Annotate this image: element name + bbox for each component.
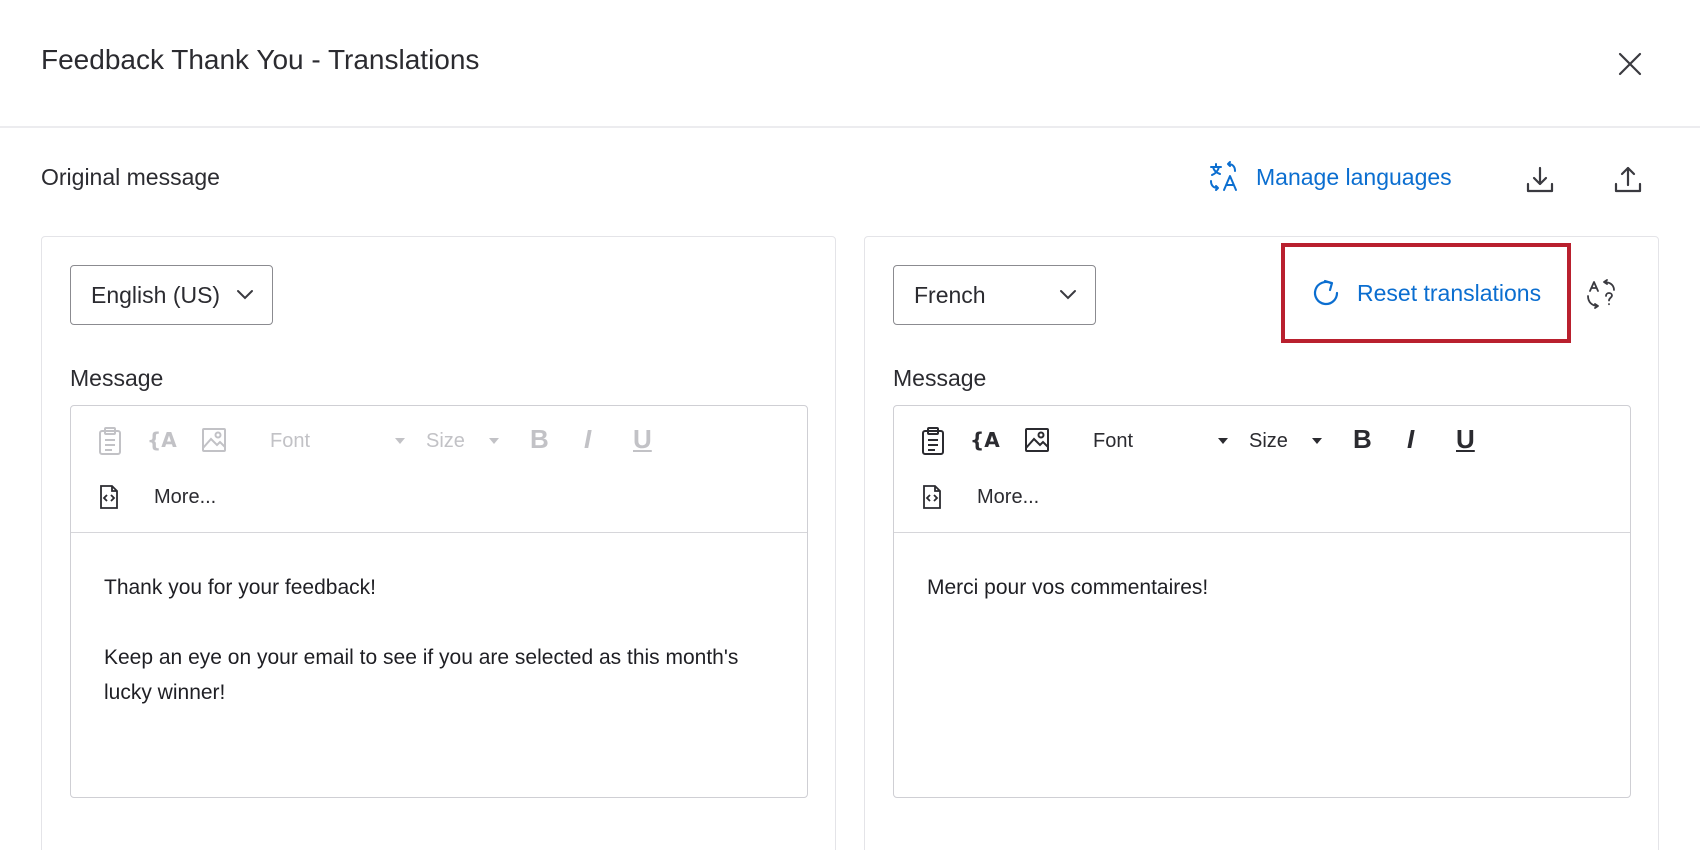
size-dropdown-label: Size	[426, 429, 465, 452]
upload-icon	[1614, 166, 1642, 193]
image-button[interactable]	[1023, 426, 1051, 454]
source-code-button[interactable]	[921, 484, 943, 510]
caret-down-icon	[489, 438, 499, 444]
close-icon	[1618, 52, 1642, 76]
paste-button	[97, 426, 123, 456]
target-language-value: French	[914, 281, 986, 308]
reset-translations-label: Reset translations	[1357, 279, 1542, 306]
more-button[interactable]: More...	[977, 486, 1039, 509]
message-label: Message	[70, 365, 164, 391]
bold-button[interactable]: B	[1353, 424, 1372, 455]
italic-button: I	[584, 424, 592, 454]
bold-button: B	[530, 424, 549, 454]
underline-button: U	[633, 424, 652, 454]
target-language-select[interactable]: French	[893, 265, 1096, 325]
translation-message-editor: {A} Font Size B I U More... Merci pour v…	[893, 405, 1631, 798]
auto-translate-icon	[1587, 279, 1615, 309]
chevron-down-icon	[1060, 290, 1076, 300]
image-icon	[202, 428, 226, 452]
size-dropdown[interactable]: Size	[1249, 426, 1327, 456]
font-dropdown-label: Font	[1093, 429, 1134, 452]
message-line: Thank you for your feedback!	[104, 576, 376, 599]
source-code-icon	[923, 485, 941, 509]
underline-button[interactable]: U	[1456, 424, 1475, 455]
message-line: Merci pour vos commentaires!	[927, 576, 1209, 599]
reset-translations-button[interactable]: Reset translations	[1281, 243, 1571, 343]
refresh-icon	[1313, 279, 1339, 306]
piped-text-button: {A}	[147, 426, 177, 454]
caret-down-icon	[395, 438, 405, 444]
original-message-editor: {A} Font Size B I U More... Thank you fo…	[70, 405, 808, 798]
original-panel: English (US) Message {A} Font Size B I	[41, 236, 836, 850]
auto-translate-button[interactable]	[1581, 275, 1621, 315]
italic-button[interactable]: I	[1407, 424, 1414, 455]
piped-text-icon: {A}	[970, 428, 1000, 452]
dialog-header: Feedback Thank You - Translations	[0, 0, 1700, 128]
paste-icon	[99, 427, 121, 455]
source-language-value: English (US)	[91, 281, 221, 308]
download-icon	[1526, 166, 1554, 193]
font-dropdown[interactable]: Font	[1093, 426, 1228, 456]
original-message-heading: Original message	[41, 164, 220, 190]
download-button[interactable]	[1520, 160, 1560, 200]
caret-down-icon	[1312, 438, 1322, 444]
size-dropdown-label: Size	[1249, 429, 1288, 452]
manage-languages-label: Manage languages	[1256, 163, 1452, 190]
svg-text:{A}: {A}	[147, 428, 177, 452]
more-button[interactable]: More...	[154, 486, 216, 509]
translate-icon	[1210, 161, 1237, 191]
editor-toolbar: {A} Font Size B I U More...	[894, 406, 1630, 533]
source-language-select[interactable]: English (US)	[70, 265, 273, 325]
size-dropdown: Size	[426, 426, 504, 456]
translation-panel: French Reset translations Message {A}	[864, 236, 1659, 850]
editor-content[interactable]: Thank you for your feedback! Keep an eye…	[104, 570, 777, 745]
font-dropdown: Font	[270, 426, 405, 456]
caret-down-icon	[1218, 438, 1228, 444]
font-dropdown-label: Font	[270, 429, 311, 452]
piped-text-icon: {A}	[147, 428, 177, 452]
manage-languages-button[interactable]: Manage languages	[1208, 160, 1452, 194]
close-button[interactable]	[1610, 44, 1650, 84]
message-label: Message	[893, 365, 987, 391]
dialog-title: Feedback Thank You - Translations	[41, 44, 480, 75]
editor-toolbar: {A} Font Size B I U More...	[71, 406, 807, 533]
svg-text:{A}: {A}	[970, 428, 1000, 452]
upload-button[interactable]	[1608, 160, 1648, 200]
source-code-icon	[100, 485, 118, 509]
chevron-down-icon	[237, 290, 253, 300]
image-button	[200, 426, 228, 454]
source-code-button	[98, 484, 120, 510]
paste-icon	[922, 427, 944, 455]
editor-content[interactable]: Merci pour vos commentaires!	[927, 570, 1600, 640]
message-line: Keep an eye on your email to see if you …	[104, 646, 739, 704]
image-icon	[1025, 428, 1049, 452]
paste-button[interactable]	[920, 426, 946, 456]
piped-text-button[interactable]: {A}	[970, 426, 1000, 454]
